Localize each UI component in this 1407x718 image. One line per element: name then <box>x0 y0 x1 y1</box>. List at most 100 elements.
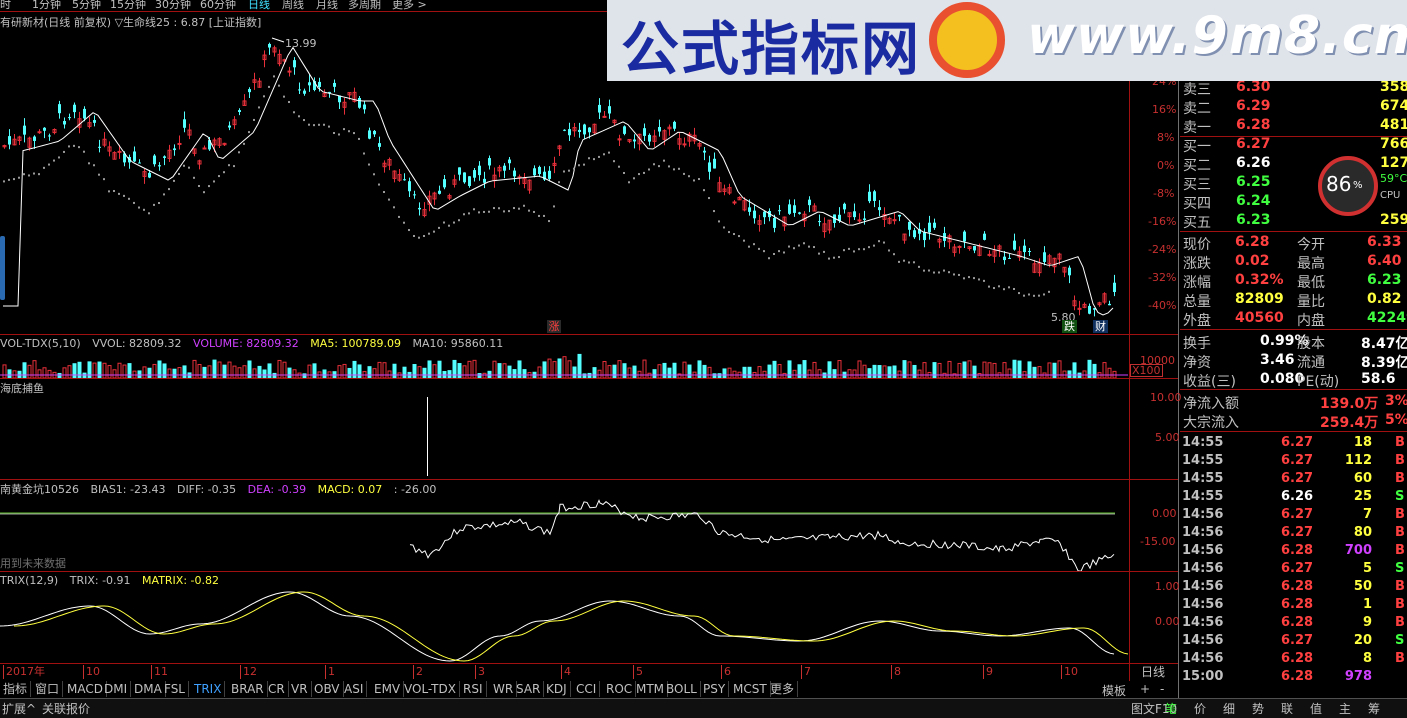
info-tab[interactable]: 笔 <box>1165 700 1177 717</box>
orderbook-price[interactable]: 6.23 <box>1236 212 1271 228</box>
zoom-out-button[interactable]: - <box>1160 682 1164 696</box>
tab--[interactable]: 更多 <box>767 681 799 697</box>
expand-button[interactable]: 扩展^ <box>2 700 36 717</box>
tab-kdj[interactable]: KDJ <box>543 681 571 697</box>
volume-bar <box>412 364 417 378</box>
high-price-label: 13.99 <box>285 37 317 50</box>
volume-bar <box>117 362 122 378</box>
related-quote-button[interactable]: 关联报价 <box>42 700 90 717</box>
cpu-gauge[interactable]: 86 % <box>1318 156 1378 216</box>
candle <box>1013 240 1016 250</box>
orderbook-price[interactable]: 6.28 <box>1236 117 1271 133</box>
candle <box>368 130 371 139</box>
tab-cci[interactable]: CCI <box>573 681 601 697</box>
ma-dot <box>488 210 490 213</box>
tab-dmi[interactable]: DMI <box>101 681 132 697</box>
period-60min[interactable]: 60分钟 <box>200 0 236 10</box>
tab-fsl[interactable]: FSL <box>161 681 189 697</box>
fish-panel-title[interactable]: 海底捕鱼 <box>0 380 44 396</box>
limit-up-marker[interactable]: 涨 <box>547 320 561 333</box>
gold-pit-lines[interactable] <box>0 493 1128 571</box>
tab-cr[interactable]: CR <box>265 681 289 697</box>
info-tab[interactable]: 联 <box>1281 700 1293 717</box>
ma-dot <box>188 166 190 169</box>
period-1[interactable]: 时 <box>0 0 11 10</box>
orderbook-price[interactable]: 6.24 <box>1236 193 1271 209</box>
volume-bar <box>2 364 7 378</box>
period-month[interactable]: 月线 <box>316 0 338 10</box>
ma-dot <box>968 276 970 279</box>
period-5min[interactable]: 5分钟 <box>72 0 101 10</box>
info-tab[interactable]: 价 <box>1194 700 1206 717</box>
panel-divider-line <box>1180 231 1407 232</box>
trix-lines[interactable] <box>0 586 1128 663</box>
period-day[interactable]: 日线 <box>248 0 270 10</box>
info-tab[interactable]: 值 <box>1310 700 1322 717</box>
ma-dot <box>573 167 575 170</box>
tab-mcst[interactable]: MCST <box>730 681 771 697</box>
cpu-percent-unit: % <box>1353 180 1363 191</box>
tab-brar[interactable]: BRAR <box>228 681 268 697</box>
period-indicator[interactable]: 日线 <box>1141 665 1165 679</box>
volume-bar <box>542 361 547 378</box>
candle <box>578 129 581 132</box>
ma-dot <box>283 95 285 98</box>
ma-dot <box>868 246 870 249</box>
candle <box>732 201 737 204</box>
volume-bar <box>62 367 67 378</box>
volume-bar <box>1047 362 1052 378</box>
template-button[interactable]: 模板 <box>1102 682 1126 699</box>
volume-bar <box>832 369 837 378</box>
finance-marker[interactable]: 财 <box>1093 320 1108 333</box>
candle <box>588 127 591 133</box>
period-more[interactable]: 更多 > <box>392 0 427 10</box>
panel-separator <box>0 378 1178 379</box>
ma-dot <box>393 206 395 209</box>
vol-indicator-name[interactable]: VOL-TDX(5,10) <box>0 337 81 350</box>
volume-bars[interactable] <box>0 350 1128 378</box>
volume-bar <box>252 368 257 378</box>
ma-dot <box>763 250 765 253</box>
info-tab[interactable]: 主 <box>1339 700 1351 717</box>
orderbook-price[interactable]: 6.25 <box>1236 174 1271 190</box>
tab-sar[interactable]: SAR <box>513 681 545 697</box>
info-tab[interactable]: 细 <box>1223 700 1235 717</box>
volume-bar <box>672 362 677 378</box>
candle <box>93 120 96 123</box>
orderbook-price[interactable]: 6.30 <box>1236 79 1271 95</box>
tab-boll[interactable]: BOLL <box>663 681 701 697</box>
tab--[interactable]: 指标 <box>0 681 32 697</box>
candle <box>973 246 976 251</box>
tab-asi[interactable]: ASI <box>341 681 368 697</box>
zoom-in-button[interactable]: + <box>1140 682 1150 696</box>
ma-dot <box>263 95 265 98</box>
period-15min[interactable]: 15分钟 <box>110 0 146 10</box>
vol-ma5: MA5: 100789.09 <box>310 337 401 350</box>
ma-dot <box>678 167 680 170</box>
tab-trix[interactable]: TRIX <box>191 681 226 697</box>
tab--[interactable]: 窗口 <box>32 681 64 697</box>
period-multi[interactable]: 多周期 <box>348 0 381 10</box>
candle <box>673 121 676 129</box>
volume-bar <box>127 363 132 378</box>
tab-roc[interactable]: ROC <box>603 681 637 697</box>
ma-dot <box>663 159 665 162</box>
info-tab[interactable]: 势 <box>1252 700 1264 717</box>
tab-obv[interactable]: OBV <box>311 681 344 697</box>
orderbook-row: 卖二 6.29 674 <box>1180 97 1407 117</box>
orderbook-price[interactable]: 6.27 <box>1236 136 1271 152</box>
axis-label: -40% <box>1148 299 1177 312</box>
tab-psy[interactable]: PSY <box>700 681 730 697</box>
period-week[interactable]: 周线 <box>282 0 304 10</box>
tab-vr[interactable]: VR <box>288 681 312 697</box>
limit-down-marker[interactable]: 跌 <box>1062 320 1077 333</box>
orderbook-price[interactable]: 6.29 <box>1236 98 1271 114</box>
period-30min[interactable]: 30分钟 <box>155 0 191 10</box>
period-1min[interactable]: 1分钟 <box>32 0 61 10</box>
tab-emv[interactable]: EMV <box>371 681 405 697</box>
tab-vol-tdx[interactable]: VOL-TDX <box>401 681 460 697</box>
tab-rsi[interactable]: RSI <box>460 681 487 697</box>
orderbook-price[interactable]: 6.26 <box>1236 155 1271 171</box>
quote-label: 涨幅 <box>1183 275 1211 291</box>
info-tab[interactable]: 筹 <box>1368 700 1380 717</box>
